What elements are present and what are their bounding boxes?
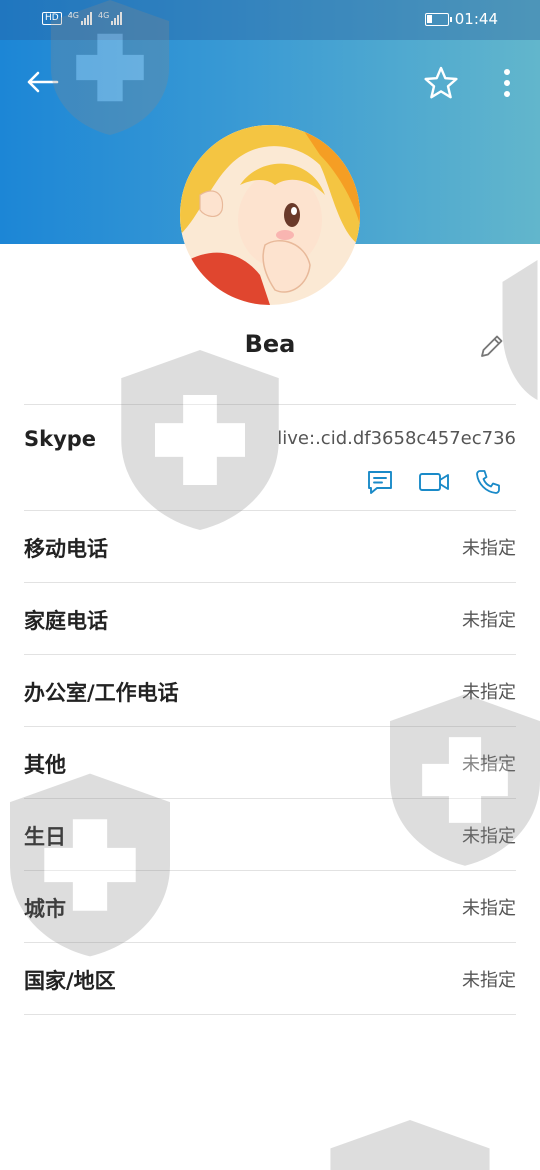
more-options-button[interactable] [488, 60, 526, 106]
contact-name: Bea [244, 330, 296, 358]
network-type-1: 4G [67, 11, 79, 20]
field-label: 其他 [24, 753, 66, 777]
battery-icon [424, 12, 452, 26]
skype-label: Skype [24, 427, 97, 451]
field-label: 办公室/工作电话 [24, 681, 179, 705]
divider [24, 1014, 516, 1015]
skype-actions [360, 462, 508, 502]
network-type-2: 4G [98, 11, 110, 20]
avatar[interactable] [180, 125, 360, 305]
field-row-birthday[interactable]: 生日 未指定 [24, 799, 516, 871]
field-label: 移动电话 [24, 537, 108, 561]
field-row-other[interactable]: 其他 未指定 [24, 727, 516, 799]
video-call-icon [419, 473, 449, 491]
field-value: 未指定 [462, 538, 516, 559]
arrow-left-icon [27, 71, 59, 93]
more-vertical-icon [504, 69, 510, 97]
field-label: 生日 [24, 825, 66, 849]
divider [24, 404, 516, 405]
field-value: 未指定 [462, 610, 516, 631]
field-value: 未指定 [462, 826, 516, 847]
back-button[interactable] [18, 60, 66, 104]
video-call-button[interactable] [414, 462, 454, 502]
signal-icon: 4G [68, 11, 92, 25]
field-value: 未指定 [462, 898, 516, 919]
status-bar: HD 4G 4G 01:44 [0, 0, 540, 40]
message-icon [368, 471, 392, 494]
voice-call-button[interactable] [468, 462, 508, 502]
field-row-home-phone[interactable]: 家庭电话 未指定 [24, 583, 516, 655]
phone-icon [476, 470, 500, 494]
edit-name-button[interactable] [472, 326, 512, 366]
signal-icon-2: 4G [98, 11, 123, 25]
contact-profile-screen: HD 4G 4G 01:44 Bea Skype live:.cid.df365… [0, 0, 540, 1170]
skype-id[interactable]: live:.cid.df3658c457ec736 [277, 428, 516, 449]
status-left: HD 4G 4G [42, 11, 123, 25]
hd-badge: HD [42, 11, 62, 25]
field-row-country-region[interactable]: 国家/地区 未指定 [24, 943, 516, 1015]
pencil-icon [481, 335, 503, 357]
field-row-mobile-phone[interactable]: 移动电话 未指定 [24, 511, 516, 583]
avatar-image [180, 125, 360, 305]
field-value: 未指定 [462, 682, 516, 703]
field-row-office-phone[interactable]: 办公室/工作电话 未指定 [24, 655, 516, 727]
clock: 01:44 [454, 10, 498, 28]
status-right: 01:44 [424, 10, 498, 28]
shield-watermark-icon [330, 1120, 490, 1170]
favorite-button[interactable] [418, 60, 464, 106]
field-row-city[interactable]: 城市 未指定 [24, 871, 516, 943]
field-label: 家庭电话 [24, 609, 108, 633]
field-label: 城市 [24, 897, 66, 921]
message-button[interactable] [360, 462, 400, 502]
shield-watermark-icon [121, 350, 279, 530]
field-value: 未指定 [462, 754, 516, 775]
star-icon [424, 66, 458, 99]
field-label: 国家/地区 [24, 969, 116, 993]
field-value: 未指定 [462, 970, 516, 991]
